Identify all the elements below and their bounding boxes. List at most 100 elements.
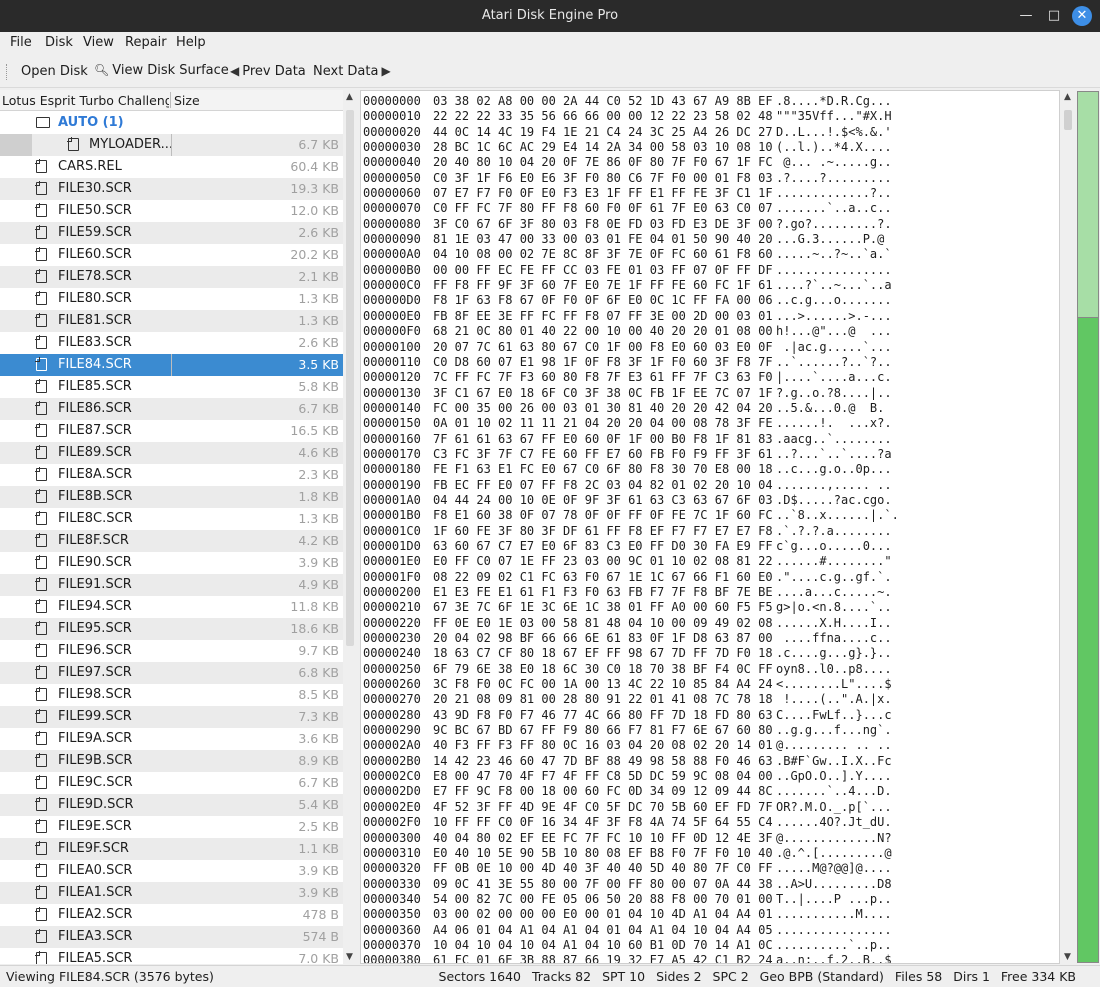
tree-row[interactable]: FILEA0.SCR 3.9 KB [0, 860, 343, 882]
tree-row[interactable]: FILEA5.SCR 7.0 KB [0, 948, 343, 964]
hex-ascii: g>|o.<n.8....`.. [776, 600, 892, 615]
tree-row[interactable]: FILE9F.SCR 1.1 KB [0, 838, 343, 860]
hex-ascii: ......!. ...x?. [776, 416, 892, 431]
hex-ascii: ...G.3......P.@ [776, 232, 892, 247]
toolbar-grip[interactable] [6, 64, 8, 80]
tree-row[interactable]: FILE8F.SCR 4.2 KB [0, 530, 343, 552]
menu-help[interactable]: Help [176, 35, 206, 50]
file-size: 478 B [302, 907, 339, 922]
tree-row[interactable]: CARS.REL 60.4 KB [0, 156, 343, 178]
hex-viewer[interactable]: 00000000 03 38 02 A8 00 00 2A 44 C0 52 1D… [360, 90, 1060, 964]
tree-row[interactable]: FILE84.SCR 3.5 KB [0, 354, 343, 376]
tree-row[interactable]: FILE9D.SCR 5.4 KB [0, 794, 343, 816]
hex-line: 000001E0 E0 FF C0 07 1E FF 23 03 00 9C 01… [363, 554, 1053, 569]
prev-data-label: Prev Data [242, 64, 306, 79]
tree-row[interactable]: FILE9C.SCR 6.7 KB [0, 772, 343, 794]
hex-offset: 00000280 [363, 707, 421, 722]
menu-disk[interactable]: Disk [45, 35, 73, 50]
tree-row[interactable]: FILE85.SCR 5.8 KB [0, 376, 343, 398]
tree-row-myloader[interactable]: MYLOADER... 6.7 KB [0, 134, 343, 156]
hex-ascii: ..5.&...0.@ B. [776, 400, 892, 415]
file-size: 9.7 KB [298, 643, 339, 658]
tree-row[interactable]: FILE30.SCR 19.3 KB [0, 178, 343, 200]
hex-ascii: (..l.)..*4.X.... [776, 140, 892, 155]
tree-row[interactable]: FILE97.SCR 6.8 KB [0, 662, 343, 684]
hex-viewer-scrollbar[interactable]: ▲ ▼ [1061, 90, 1075, 964]
tree-row[interactable]: FILE8A.SCR 2.3 KB [0, 464, 343, 486]
tree-row[interactable]: FILE99.SCR 7.3 KB [0, 706, 343, 728]
file-size: 1.1 KB [298, 841, 339, 856]
scroll-up-icon[interactable]: ▲ [346, 92, 353, 102]
tree-row[interactable]: FILE89.SCR 4.6 KB [0, 442, 343, 464]
close-icon[interactable]: ✕ [1072, 6, 1092, 26]
tree-row[interactable]: FILE60.SCR 20.2 KB [0, 244, 343, 266]
tree-row[interactable]: FILE50.SCR 12.0 KB [0, 200, 343, 222]
hex-ascii: .B#F`Gw..I.X..Fc [776, 753, 892, 768]
prev-data-button[interactable]: ◀ Prev Data [230, 64, 306, 79]
tree-row[interactable]: FILE8B.SCR 1.8 KB [0, 486, 343, 508]
tree-row[interactable]: FILE91.SCR 4.9 KB [0, 574, 343, 596]
scroll-up-icon[interactable]: ▲ [1064, 92, 1071, 102]
hex-offset: 000001C0 [363, 523, 421, 538]
tree-row[interactable]: FILE9E.SCR 2.5 KB [0, 816, 343, 838]
scroll-down-icon[interactable]: ▼ [1064, 952, 1071, 962]
hex-line: 00000140 FC 00 35 00 26 00 03 01 30 81 40… [363, 401, 1053, 416]
header-size[interactable]: Size [174, 93, 200, 108]
hex-offset: 000000A0 [363, 247, 421, 262]
menu-repair[interactable]: Repair [125, 35, 167, 50]
menu-view[interactable]: View [83, 35, 114, 50]
hex-line: 00000110 C0 D8 60 07 E1 98 1F 0F F8 3F 1F… [363, 355, 1053, 370]
header-name[interactable]: Lotus Esprit Turbo Challenge ( [2, 93, 169, 108]
tree-row[interactable]: FILE90.SCR 3.9 KB [0, 552, 343, 574]
hex-offset: 000001A0 [363, 492, 421, 507]
tree-row[interactable]: FILE8C.SCR 1.3 KB [0, 508, 343, 530]
tree-row[interactable]: FILE98.SCR 8.5 KB [0, 684, 343, 706]
tree-row[interactable]: FILEA1.SCR 3.9 KB [0, 882, 343, 904]
tree-row[interactable]: FILEA3.SCR 574 B [0, 926, 343, 948]
file-tree-scrollbar[interactable]: ▲ ▼ [343, 90, 357, 964]
tree-row[interactable]: FILE9A.SCR 3.6 KB [0, 728, 343, 750]
minimize-icon[interactable]: — [1016, 6, 1036, 26]
hex-line: 00000270 20 21 08 09 81 00 28 80 91 22 01… [363, 692, 1053, 707]
menu-file[interactable]: File [10, 35, 32, 50]
header-separator[interactable] [170, 92, 171, 108]
scrollbar-thumb[interactable] [346, 110, 354, 646]
hex-bytes: 43 9D F8 F0 F7 46 77 4C 66 80 FF 7D 18 F… [433, 707, 773, 722]
folder-row[interactable]: AUTO (1) [0, 112, 343, 134]
tree-row[interactable]: FILE94.SCR 11.8 KB [0, 596, 343, 618]
tree-row[interactable]: FILE86.SCR 6.7 KB [0, 398, 343, 420]
hex-bytes: 7F 61 61 63 67 FF E0 60 0F 1F 00 B0 F8 1… [433, 431, 773, 446]
tree-row[interactable]: FILE80.SCR 1.3 KB [0, 288, 343, 310]
hex-offset: 00000000 [363, 94, 421, 108]
file-tree[interactable]: Lotus Esprit Turbo Challenge ( Size AUTO… [0, 90, 343, 964]
file-icon [35, 423, 47, 437]
file-icon [35, 357, 47, 371]
tree-row[interactable]: FILE59.SCR 2.6 KB [0, 222, 343, 244]
hex-offset: 00000050 [363, 170, 421, 185]
view-disk-surface-button[interactable]: 🔍︎ View Disk Surface [94, 63, 229, 78]
file-size: 1.3 KB [298, 511, 339, 526]
next-data-button[interactable]: Next Data ▶ [313, 64, 394, 79]
tree-row[interactable]: FILE95.SCR 18.6 KB [0, 618, 343, 640]
maximize-icon[interactable]: □ [1044, 6, 1064, 26]
status-sides: Sides 2 [656, 969, 702, 984]
scroll-down-icon[interactable]: ▼ [346, 952, 353, 962]
hex-line: 000000E0 FB 8F EE 3E FF FC FF F8 07 FF 3E… [363, 309, 1053, 324]
tree-row[interactable]: FILE9B.SCR 8.9 KB [0, 750, 343, 772]
tree-row[interactable]: FILEA2.SCR 478 B [0, 904, 343, 926]
hex-bytes: 81 1E 03 47 00 33 00 03 01 FE 04 01 50 9… [433, 232, 773, 247]
scrollbar-thumb[interactable] [1064, 110, 1072, 130]
hex-ascii: ................ [776, 262, 892, 277]
hex-line: 000001C0 1F 60 FE 3F 80 3F DF 61 FF F8 EF… [363, 524, 1053, 539]
hex-offset: 00000360 [363, 922, 421, 937]
tree-row[interactable]: FILE83.SCR 2.6 KB [0, 332, 343, 354]
open-disk-button[interactable]: Open Disk [21, 64, 88, 79]
hex-bytes: 22 22 22 33 35 56 66 66 00 00 12 22 23 5… [433, 109, 773, 124]
tree-row[interactable]: FILE78.SCR 2.1 KB [0, 266, 343, 288]
tree-row[interactable]: FILE87.SCR 16.5 KB [0, 420, 343, 442]
tree-row[interactable]: FILE81.SCR 1.3 KB [0, 310, 343, 332]
file-name: FILE9D.SCR [58, 797, 134, 812]
hex-offset: 00000230 [363, 631, 421, 646]
hex-line: 000000A0 04 10 08 00 02 7E 8C 8F 3F 7E 0F… [363, 247, 1053, 262]
tree-row[interactable]: FILE96.SCR 9.7 KB [0, 640, 343, 662]
